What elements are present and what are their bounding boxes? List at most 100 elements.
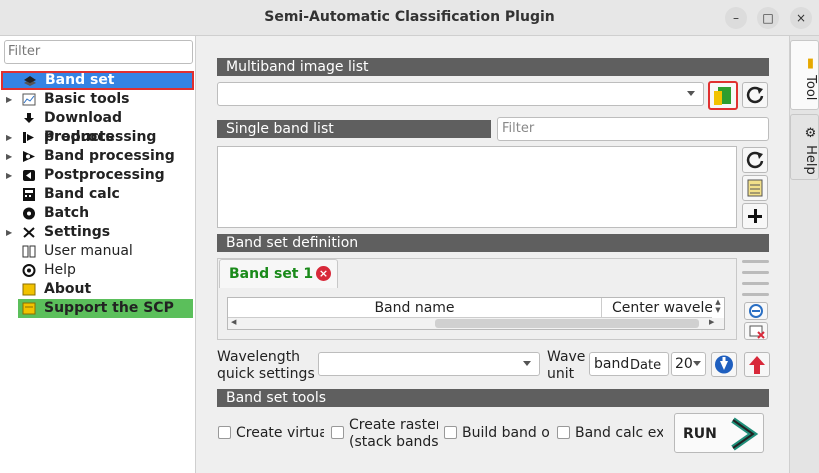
help-gear-icon: ⚙ <box>803 125 818 141</box>
close-tab-icon[interactable]: × <box>316 266 331 281</box>
expand-arrow-icon[interactable]: ▶ <box>6 147 12 166</box>
single-band-list[interactable] <box>217 146 737 228</box>
calculator-icon <box>22 188 36 201</box>
sidebar-item-label: Postprocessing <box>44 167 165 183</box>
horizontal-scrollbar[interactable]: ◀ ▶ <box>228 318 724 329</box>
sidebar-item-band-calc[interactable]: Band calc <box>0 185 195 204</box>
build-band-overviews-checkbox[interactable] <box>444 426 457 439</box>
reorder-controls[interactable] <box>742 258 769 302</box>
close-button[interactable]: × <box>790 7 812 29</box>
run-button[interactable]: RUN <box>674 413 764 453</box>
band-table[interactable]: Band name Center wavelen ▲ ▼ ◀ ▶ <box>227 297 725 330</box>
sidebar-filter-input[interactable]: Filter <box>4 40 193 64</box>
expand-arrow-icon[interactable]: ▶ <box>6 128 12 147</box>
refresh-single-band-button[interactable] <box>742 147 768 173</box>
chevron-down-icon <box>687 91 695 96</box>
tab-tool[interactable]: ▮ Tool <box>790 40 819 110</box>
wavelength-label: Wavelength quick settings <box>217 349 315 383</box>
settings-icon <box>22 226 36 239</box>
manual-icon <box>22 245 36 258</box>
band-processing-icon <box>22 150 36 163</box>
import-wavelength-button[interactable] <box>711 352 737 377</box>
basic-tools-icon <box>22 93 36 106</box>
right-dock: ▮ Tool ⚙ Help <box>789 36 819 473</box>
wavelength-label-line1: Wavelength <box>217 349 301 365</box>
create-virtual-checkbox[interactable] <box>218 426 231 439</box>
clear-icon <box>749 325 765 339</box>
add-band-button[interactable] <box>742 203 768 229</box>
plus-icon <box>748 209 762 223</box>
download-icon <box>22 112 36 125</box>
refresh-multiband-button[interactable] <box>742 82 768 108</box>
add-raster-icon <box>714 87 731 105</box>
preprocessing-icon <box>22 131 36 144</box>
move-top-handle[interactable] <box>742 260 769 263</box>
sidebar-item-label: User manual <box>44 243 133 259</box>
sidebar-item-label: Band set <box>45 72 115 88</box>
date-combo[interactable]: 20 <box>671 352 706 376</box>
list-icon <box>747 179 763 197</box>
expand-arrow-icon[interactable]: ▶ <box>6 223 12 242</box>
wave-unit-value: band <box>594 356 630 372</box>
export-wavelength-button[interactable] <box>744 352 770 377</box>
tab-tool-label: Tool <box>803 74 818 101</box>
sidebar-item-preprocessing[interactable]: ▶ Preprocessing <box>0 128 195 147</box>
date-label: Date <box>630 358 662 373</box>
create-raster-checkbox[interactable] <box>331 426 344 439</box>
create-raster-label: Create raster (stack bands) <box>349 417 438 451</box>
batch-icon <box>22 207 36 220</box>
sidebar-item-basic-tools[interactable]: ▶ Basic tools <box>0 90 195 109</box>
band-set-definition-header: Band set definition <box>217 234 769 252</box>
run-arrow-icon <box>731 417 759 451</box>
tab-label: Band set 1 <box>229 266 314 282</box>
select-all-button[interactable] <box>742 175 768 201</box>
clear-table-button[interactable] <box>744 322 768 340</box>
support-icon <box>22 302 36 315</box>
sidebar-item-user-manual[interactable]: User manual <box>0 242 195 261</box>
sidebar-item-band-processing[interactable]: ▶ Band processing <box>0 147 195 166</box>
arrow-down-icon <box>715 355 733 374</box>
sidebar-item-support-the-scp[interactable]: Support the SCP <box>18 299 193 318</box>
title-bar: Semi-Automatic Classification Plugin – □… <box>0 0 819 36</box>
maximize-button[interactable]: □ <box>757 7 779 29</box>
sidebar-item-download-products[interactable]: Download products <box>0 109 195 145</box>
sidebar-item-postprocessing[interactable]: ▶ Postprocessing <box>0 166 195 185</box>
move-up-handle[interactable] <box>742 271 769 274</box>
remove-band-button[interactable] <box>744 302 768 320</box>
add-raster-button[interactable] <box>708 81 738 110</box>
help-icon <box>22 264 36 277</box>
band-calc-expression-checkbox[interactable] <box>557 426 570 439</box>
date-value: 20 <box>675 356 693 372</box>
sidebar-item-label: About <box>44 281 92 297</box>
multiband-header: Multiband image list <box>217 58 769 76</box>
wavelength-quick-settings-combo[interactable] <box>318 352 540 376</box>
multiband-combo[interactable] <box>217 82 704 106</box>
wave-unit-combo[interactable]: band Date <box>589 352 669 376</box>
window-title: Semi-Automatic Classification Plugin <box>264 9 555 25</box>
sidebar-item-band-set[interactable]: Band set <box>1 71 194 90</box>
single-band-filter-input[interactable]: Filter <box>497 117 769 141</box>
about-icon <box>22 283 36 296</box>
table-header-center-wavelength[interactable]: Center wavelen <box>602 298 712 318</box>
refresh-icon <box>746 86 764 104</box>
chevron-down-icon <box>693 361 701 366</box>
move-bottom-handle[interactable] <box>742 293 769 296</box>
tab-help[interactable]: ⚙ Help <box>790 114 819 180</box>
band-calc-expression-label: Band calc exρ <box>575 425 663 441</box>
table-header-band-name[interactable]: Band name <box>228 298 602 318</box>
arrow-up-icon <box>749 356 765 374</box>
vertical-scrollbar[interactable]: ▲ ▼ <box>712 298 724 318</box>
sidebar-item-batch[interactable]: Batch <box>0 204 195 223</box>
sidebar-item-label: Band processing <box>44 148 175 164</box>
sidebar-item-settings[interactable]: ▶ Settings <box>0 223 195 242</box>
move-down-handle[interactable] <box>742 282 769 285</box>
expand-arrow-icon[interactable]: ▶ <box>6 166 12 185</box>
expand-arrow-icon[interactable]: ▶ <box>6 90 12 109</box>
minimize-button[interactable]: – <box>725 7 747 29</box>
sidebar-item-label: Basic tools <box>44 91 130 107</box>
tab-band-set-1[interactable]: Band set 1 × <box>219 259 338 288</box>
sidebar-item-label: Settings <box>44 224 111 240</box>
sidebar-item-about[interactable]: About <box>0 280 195 299</box>
sidebar-item-help[interactable]: Help <box>0 261 195 280</box>
create-raster-label-line1: Create raster <box>349 417 438 433</box>
